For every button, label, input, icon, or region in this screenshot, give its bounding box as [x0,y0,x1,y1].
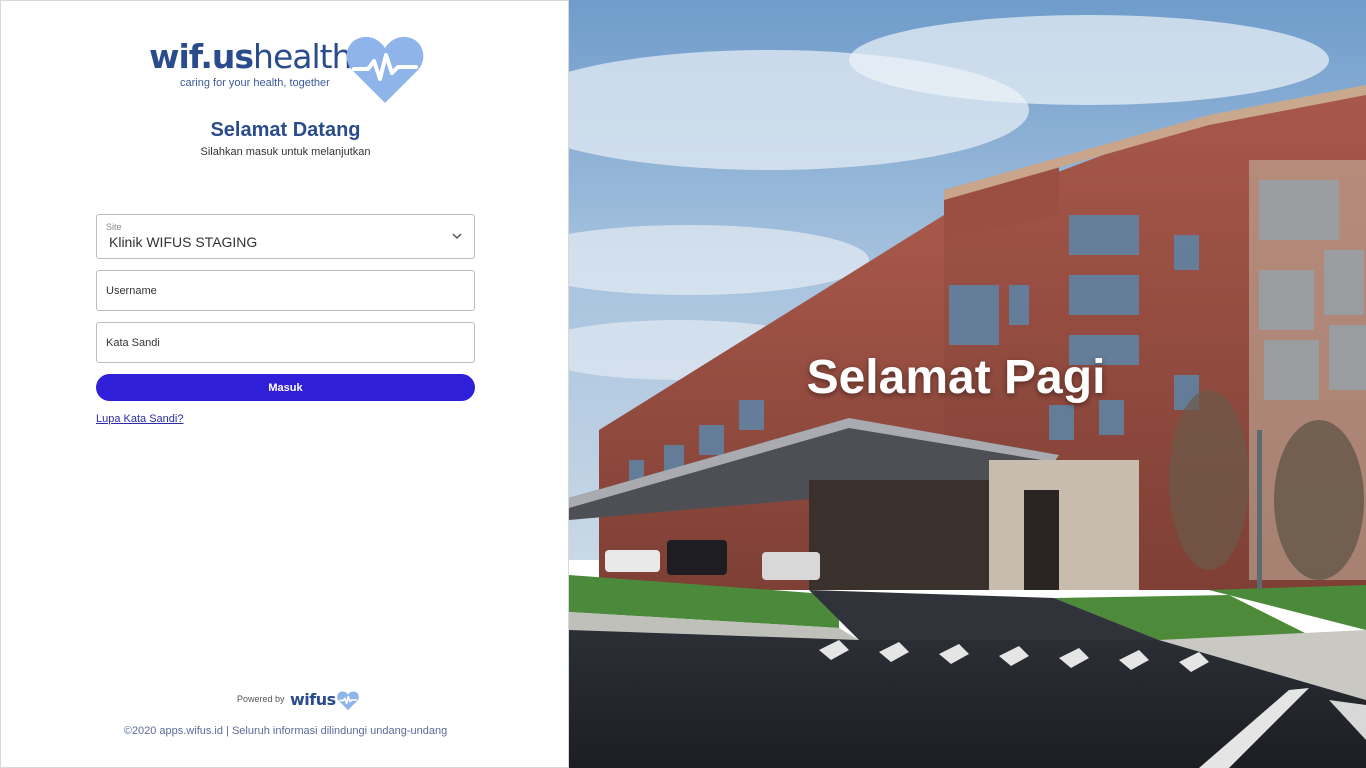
login-button[interactable]: Masuk [96,374,475,401]
username-field-wrapper [96,270,475,311]
powered-by: Powered by wifus [237,690,367,712]
forgot-password-link[interactable]: Lupa Kata Sandi? [96,413,183,425]
brand-tagline: caring for your health, together [180,77,330,89]
welcome-subtitle: Silahkan masuk untuk melanjutkan [200,146,371,158]
brand-name-light: health [253,37,352,76]
site-label: Site [106,222,122,232]
welcome-title: Selamat Datang [210,119,361,141]
brand-name-bold: wif.us [149,37,254,76]
brand-logo: wif.ushealth caring for your health, tog… [149,33,429,107]
powered-by-brand: wifus [290,690,336,709]
heart-pulse-icon [346,36,424,103]
login-panel: wif.ushealth caring for your health, tog… [0,0,569,768]
small-heart-icon [337,691,359,711]
chevron-down-icon [452,233,462,240]
powered-by-text: Powered by [237,694,285,704]
greeting-text: Selamat Pagi [806,351,1106,404]
copyright-text: ©2020 apps.wifus.id | Seluruh informasi … [123,725,448,737]
hero-panel: Selamat Pagi [569,0,1366,768]
password-field-wrapper [96,322,475,363]
site-value: Klinik WIFUS STAGING [109,234,258,250]
brand-wordmark: wif.ushealth [149,37,353,76]
username-input[interactable] [97,271,474,310]
password-input[interactable] [97,323,474,362]
site-select[interactable]: Site Klinik WIFUS STAGING [96,214,475,259]
